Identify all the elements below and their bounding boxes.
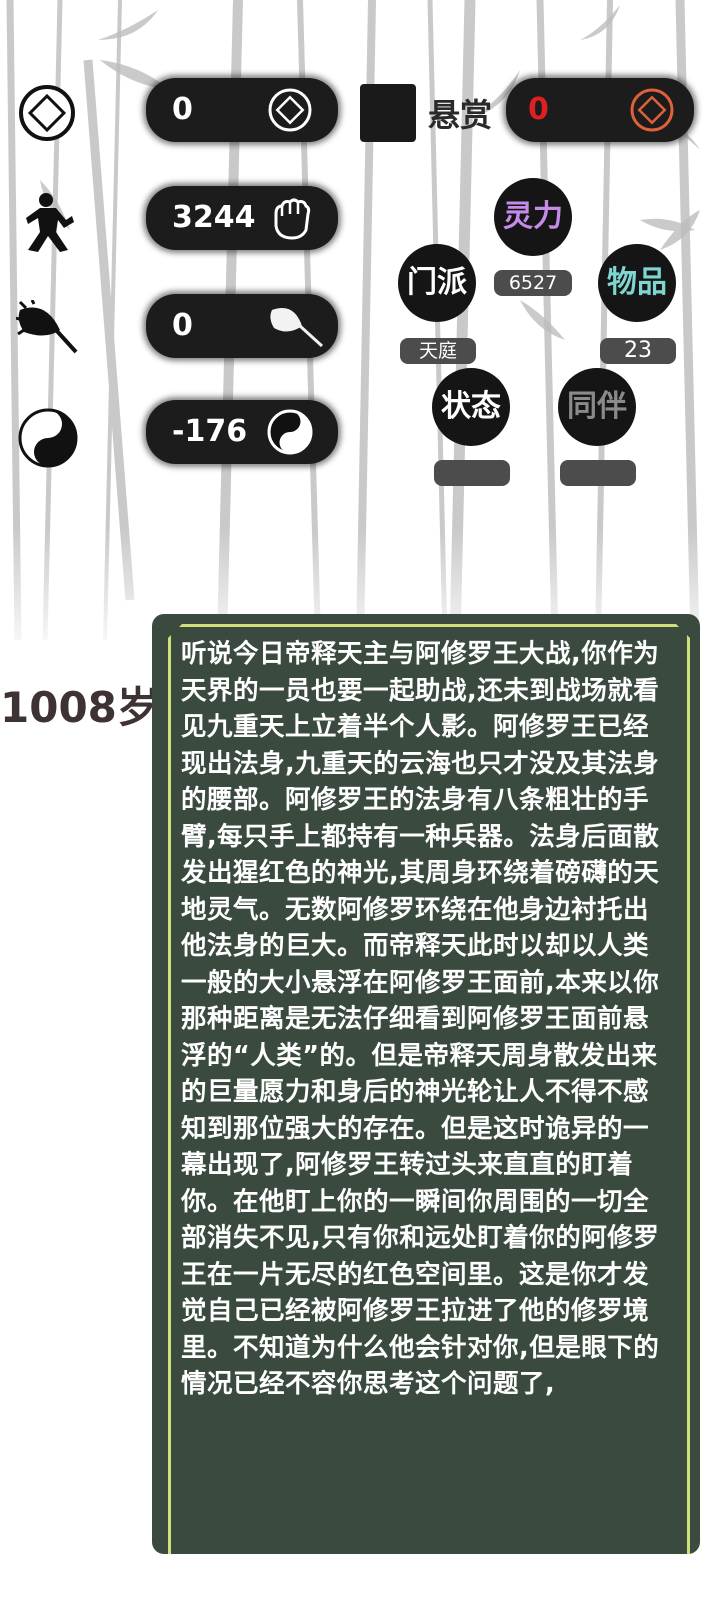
- sect-button[interactable]: 门派: [398, 244, 476, 322]
- fan-value: 0: [172, 308, 193, 343]
- yin-yang-icon: [267, 409, 313, 455]
- companion-value-tag: [560, 460, 636, 486]
- martial-artist-icon: [20, 190, 76, 254]
- status-button[interactable]: 状态: [432, 368, 510, 446]
- sect-value-tag: 天庭: [400, 338, 476, 364]
- age-label: 1008岁: [0, 683, 159, 732]
- karma-value: -176: [172, 414, 248, 449]
- diamond-coin-icon: [18, 84, 76, 142]
- currency-value: 0: [172, 92, 193, 127]
- karma-stat-pill[interactable]: -176: [146, 400, 338, 464]
- leaf-fan-icon: [15, 299, 80, 360]
- currency-stat-pill[interactable]: 0: [146, 78, 338, 142]
- items-button[interactable]: 物品: [598, 244, 676, 322]
- attack-value: 3244: [172, 200, 256, 235]
- companion-button[interactable]: 同伴: [558, 368, 636, 446]
- story-text: 听说今日帝释天主与阿修罗王大战,你作为天界的一员也要一起助战,还未到战场就看见九…: [181, 639, 660, 1399]
- yin-yang-icon: [18, 408, 78, 468]
- fist-icon: [274, 198, 311, 240]
- bounty-square[interactable]: [360, 84, 416, 142]
- attack-stat-pill[interactable]: 3244: [146, 186, 338, 250]
- bounty-stat-pill[interactable]: 0: [506, 78, 694, 142]
- diamond-coin-icon: [268, 88, 312, 132]
- items-value-tag: 23: [600, 338, 676, 364]
- spirit-button[interactable]: 灵力: [494, 178, 572, 256]
- spirit-value-tag: 6527: [494, 270, 572, 296]
- story-panel[interactable]: 听说今日帝释天主与阿修罗王大战,你作为天界的一员也要一起助战,还未到战场就看见九…: [152, 614, 700, 1554]
- status-value-tag: [434, 460, 510, 486]
- diamond-coin-icon: [630, 88, 674, 132]
- fan-stat-pill[interactable]: 0: [146, 294, 338, 358]
- leaf-fan-icon: [270, 308, 324, 348]
- bounty-value: 0: [528, 92, 549, 127]
- bounty-label: 悬赏: [428, 96, 493, 134]
